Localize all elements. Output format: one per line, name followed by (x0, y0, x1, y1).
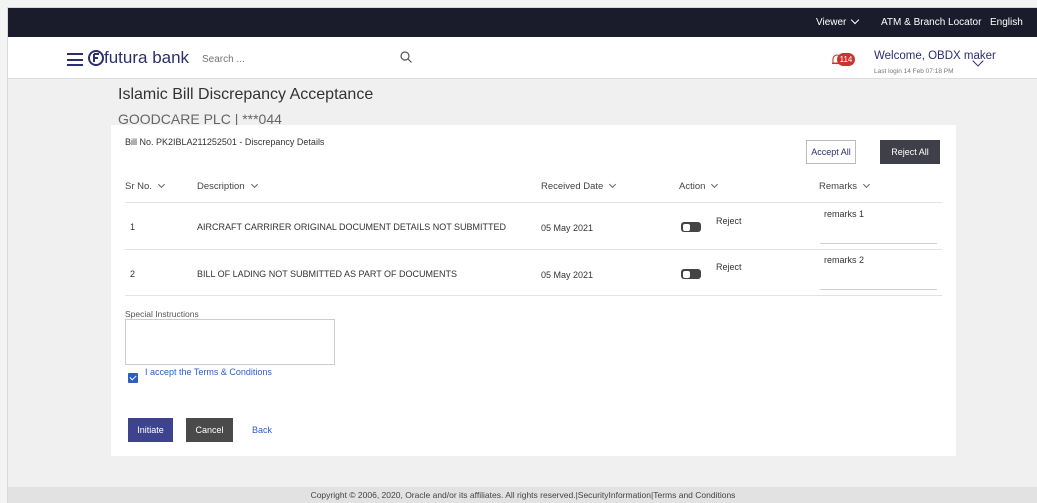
row-1-description: AIRCRAFT CARRIRER ORIGINAL DOCUMENT DETA… (197, 222, 507, 232)
row-divider (125, 249, 942, 250)
search-input[interactable] (202, 50, 402, 68)
cancel-button[interactable]: Cancel (186, 418, 233, 442)
row-2-remarks[interactable]: remarks 2 (824, 255, 864, 265)
accept-all-button[interactable]: Accept All (806, 140, 856, 164)
viewer-dropdown[interactable]: Viewer (816, 15, 860, 28)
column-header-action[interactable]: Action (679, 180, 719, 192)
footer-copyright: Copyright © 2006, 2020, Oracle and/or it… (8, 487, 1037, 503)
row-1-received-date: 05 May 2021 (541, 223, 594, 233)
sort-chevron-icon (157, 180, 165, 189)
row-2-sr-no: 2 (130, 269, 136, 279)
row-2-action-toggle[interactable] (681, 269, 701, 279)
column-header-label: Description (197, 181, 245, 192)
bill-discrepancy-title: Bill No. PK2IBLA211252501 - Discrepancy … (125, 137, 325, 147)
main-header: futura bank 114 Welcome, OBDX maker Last… (8, 37, 1037, 79)
app-window: Viewer ATM & Branch Locator English futu… (7, 7, 1037, 503)
row-1-action-label: Reject (716, 216, 742, 226)
column-header-received-date[interactable]: Received Date (541, 180, 617, 192)
row-1-action-toggle[interactable] (681, 222, 701, 232)
terms-and-conditions-link[interactable]: I accept the Terms & Conditions (145, 367, 272, 377)
back-link[interactable]: Back (252, 425, 272, 435)
reject-all-button[interactable]: Reject All (880, 140, 940, 164)
column-header-description[interactable]: Description (197, 180, 258, 192)
bank-logo-icon (88, 50, 104, 66)
language-selector[interactable]: English (990, 17, 1023, 28)
row-2-remarks-underline (820, 289, 937, 290)
row-divider (125, 295, 942, 296)
search-icon[interactable] (399, 50, 413, 64)
sort-chevron-icon (609, 180, 617, 189)
last-login-text: Last login 14 Feb 07:18 PM (874, 68, 954, 75)
row-divider (125, 202, 942, 203)
viewer-label: Viewer (816, 17, 847, 28)
discrepancy-card: Bill No. PK2IBLA211252501 - Discrepancy … (111, 125, 956, 456)
brand-name[interactable]: futura bank (104, 48, 189, 68)
sort-chevron-icon (250, 180, 258, 189)
special-instructions-input[interactable] (125, 319, 335, 365)
terms-checkbox[interactable] (128, 373, 138, 383)
initiate-button[interactable]: Initiate (128, 418, 173, 442)
notification-count-badge: 114 (837, 53, 855, 66)
column-header-label: Remarks (819, 181, 858, 192)
row-1-remarks-underline (820, 243, 937, 244)
atm-branch-locator-link[interactable]: ATM & Branch Locator (881, 17, 981, 28)
column-header-sr-no[interactable]: Sr No. (125, 180, 165, 192)
row-2-action-label: Reject (716, 262, 742, 272)
row-2-received-date: 05 May 2021 (541, 270, 594, 280)
sort-chevron-icon (711, 180, 719, 189)
top-utility-bar: Viewer ATM & Branch Locator English (8, 8, 1037, 37)
row-2-description: BILL OF LADING NOT SUBMITTED AS PART OF … (197, 269, 458, 279)
sort-chevron-icon (862, 180, 871, 189)
hamburger-menu-icon[interactable] (67, 53, 83, 66)
row-1-remarks[interactable]: remarks 1 (824, 209, 864, 219)
column-header-label: Action (679, 181, 706, 192)
row-1-sr-no: 1 (130, 222, 136, 232)
page-title: Islamic Bill Discrepancy Acceptance (118, 86, 374, 103)
special-instructions-label: Special Instructions (125, 309, 199, 319)
column-header-label: Sr No. (125, 181, 152, 192)
column-header-remarks[interactable]: Remarks (819, 180, 871, 192)
column-header-label: Received Date (541, 181, 604, 192)
chevron-down-icon (851, 15, 860, 25)
